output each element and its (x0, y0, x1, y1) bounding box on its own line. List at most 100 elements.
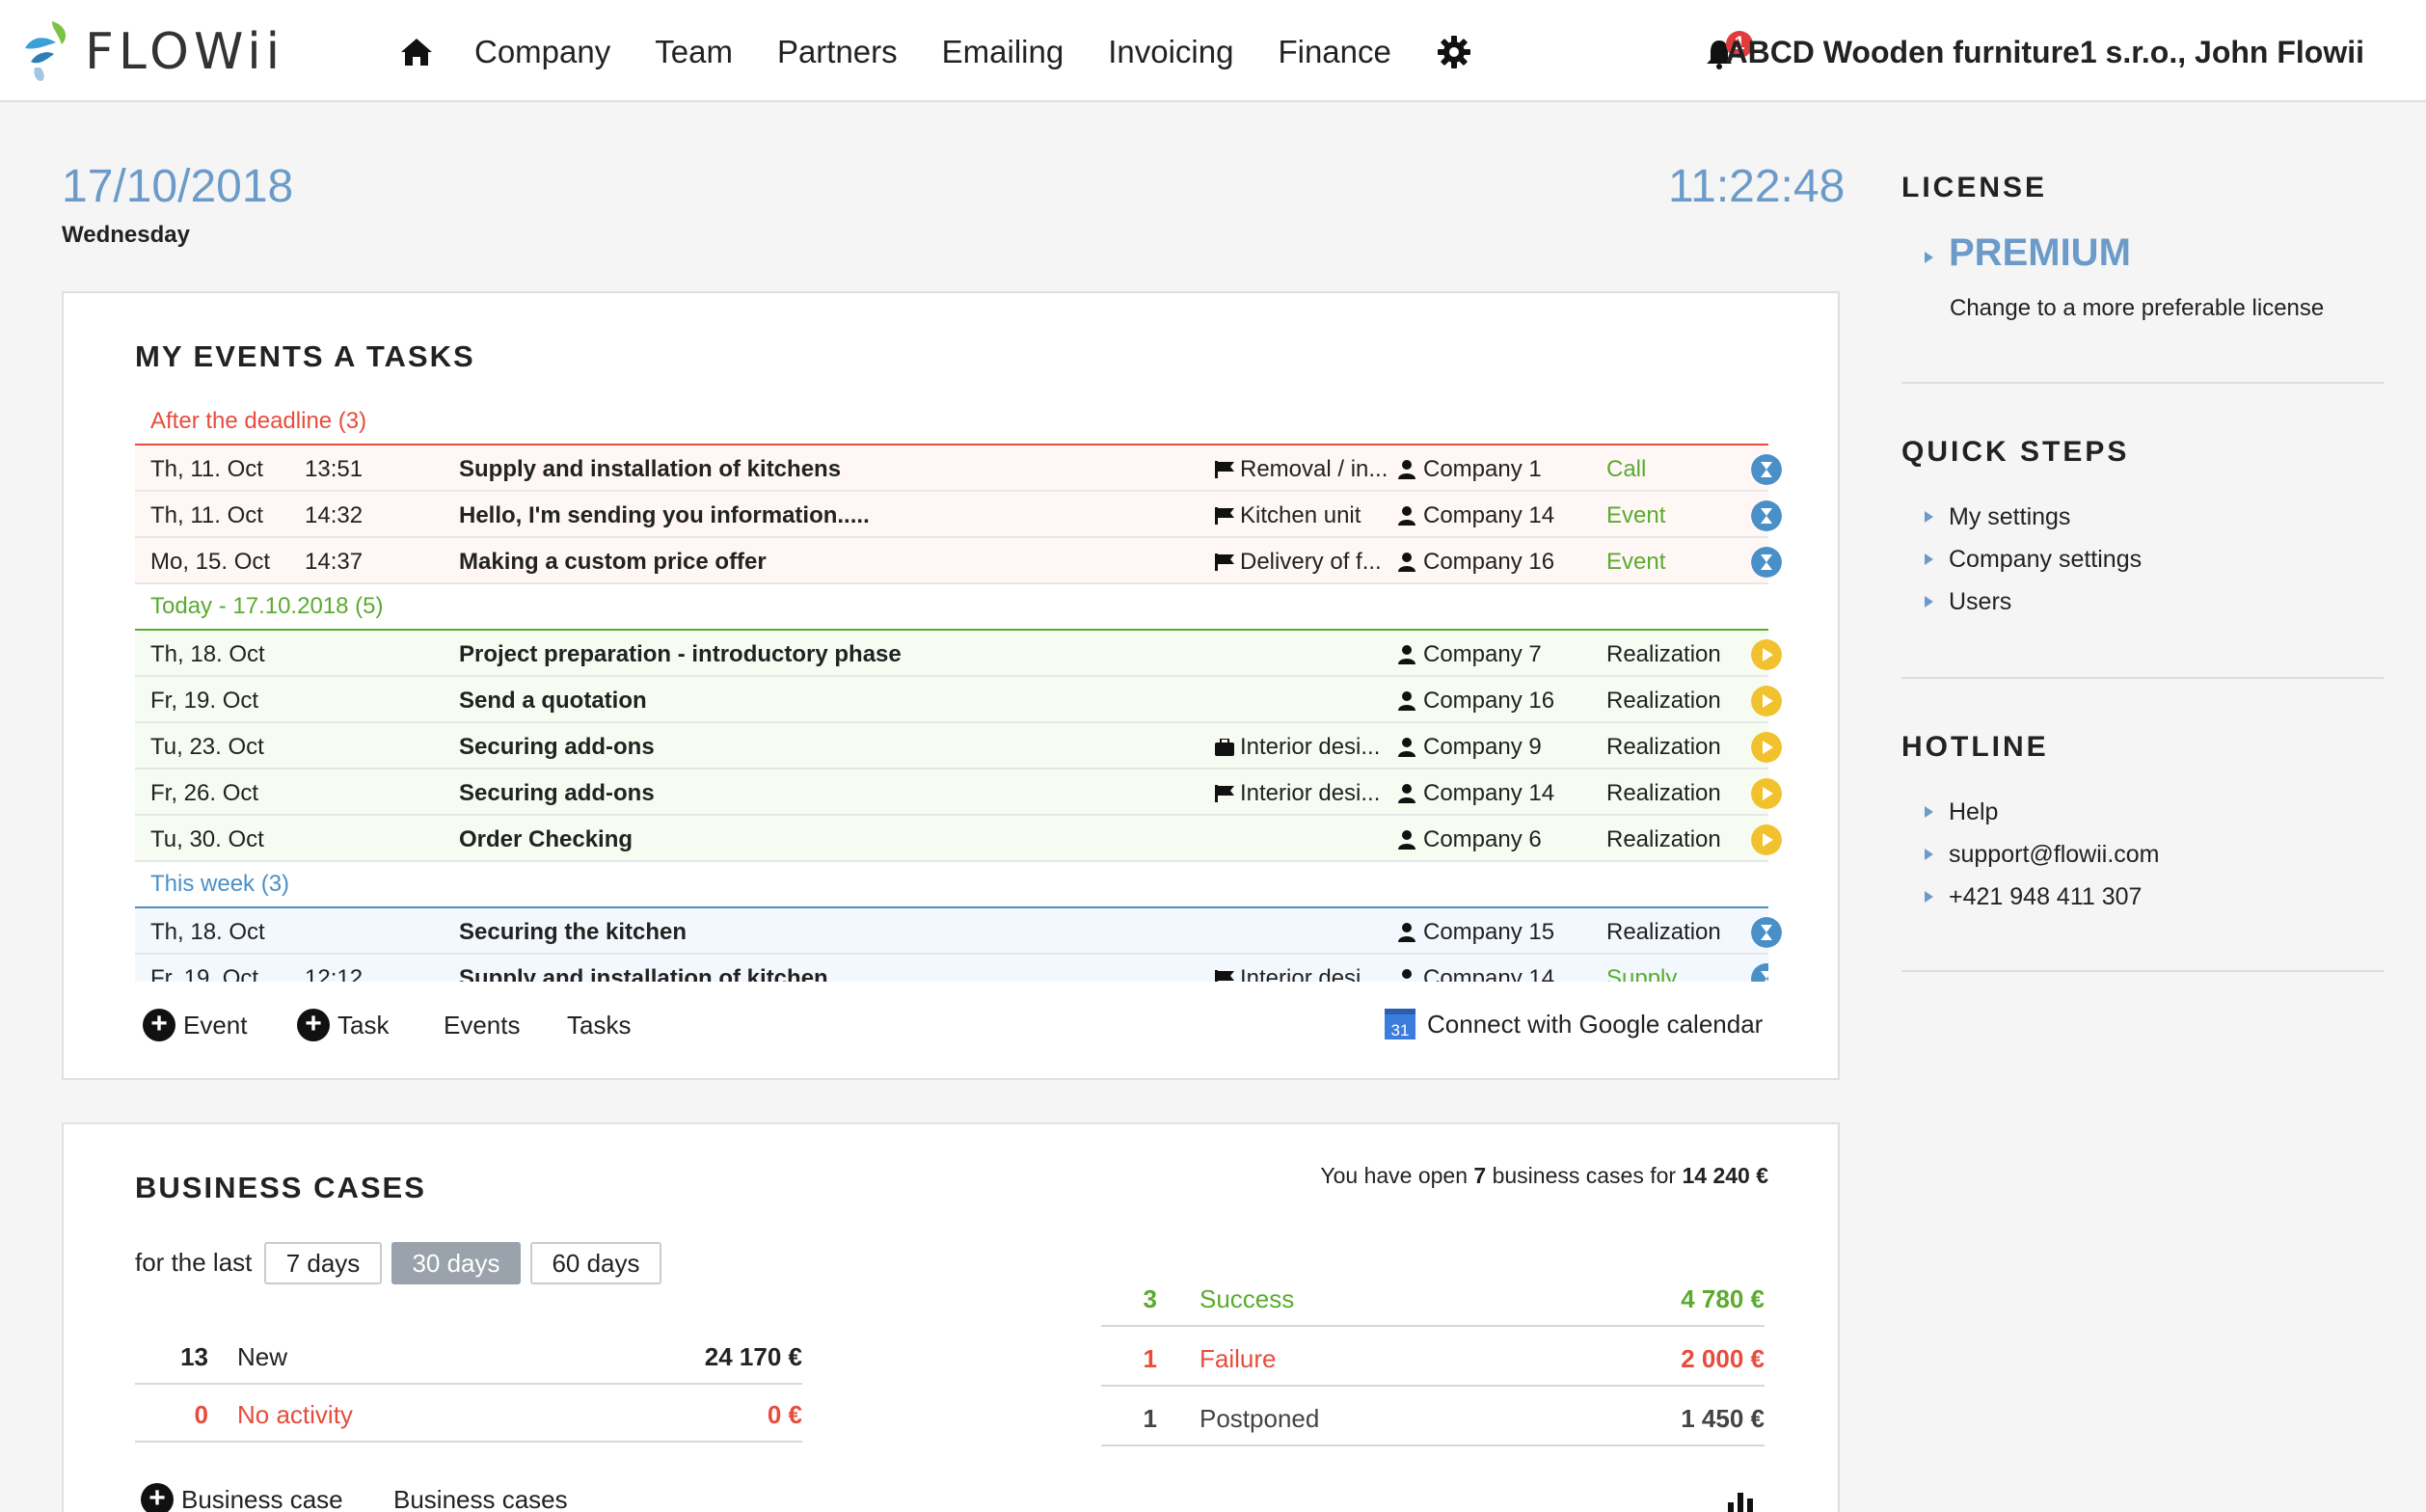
event-company[interactable]: Company 9 (1423, 734, 1542, 760)
event-title[interactable]: Securing add-ons (459, 780, 655, 807)
stat-amount: 24 170 € (704, 1342, 802, 1371)
stat-label: Failure (1200, 1344, 1277, 1373)
quick-my-settings-link[interactable]: My settings (1925, 503, 2070, 531)
home-icon[interactable] (397, 33, 436, 71)
event-tag[interactable]: Delivery of f... (1240, 549, 1382, 575)
event-tag[interactable]: Kitchen unit (1240, 502, 1361, 528)
play-icon[interactable] (1751, 639, 1782, 670)
period-30-days-button[interactable]: 30 days (391, 1242, 521, 1284)
event-date: Th, 18. Oct (150, 919, 265, 945)
nav-emailing[interactable]: Emailing (942, 34, 1065, 70)
event-title[interactable]: Securing add-ons (459, 734, 655, 761)
event-title[interactable]: Hello, I'm sending you information..... (459, 502, 870, 529)
stat-success[interactable]: 3 Success 4 780 € (1101, 1269, 1765, 1327)
event-row[interactable]: Th, 11. Oct 14:32 Hello, I'm sending you… (135, 492, 1782, 538)
bar-chart-icon[interactable] (1726, 1489, 1755, 1512)
hourglass-icon[interactable] (1751, 547, 1782, 578)
logo-text: FLOWii (85, 23, 285, 81)
event-title[interactable]: Supply and installation of kitchens (459, 456, 841, 483)
event-title[interactable]: Making a custom price offer (459, 549, 767, 576)
event-company[interactable]: Company 7 (1423, 641, 1542, 667)
gear-icon[interactable] (1436, 34, 1472, 70)
event-row[interactable]: Tu, 30. Oct Order Checking Company 6 Rea… (135, 816, 1782, 862)
period-7-days-button[interactable]: 7 days (264, 1242, 382, 1284)
hourglass-icon[interactable] (1751, 917, 1782, 948)
license-change-link[interactable]: Change to a more preferable license (1950, 295, 2324, 322)
play-icon[interactable] (1751, 778, 1782, 809)
play-icon[interactable] (1751, 732, 1782, 763)
event-row[interactable]: Th, 18. Oct Securing the kitchen Company… (135, 908, 1782, 955)
event-company[interactable]: Company 16 (1423, 688, 1554, 714)
event-company[interactable]: Company 16 (1423, 549, 1554, 575)
add-event-button[interactable]: + Event (143, 1009, 248, 1041)
events-link[interactable]: Events (444, 1009, 521, 1041)
tasks-link[interactable]: Tasks (567, 1009, 631, 1041)
event-company[interactable]: Company 14 (1423, 780, 1554, 806)
event-title[interactable]: Supply and installation of kitchen. (459, 965, 834, 982)
summary-count: 7 (1473, 1163, 1487, 1188)
event-tag[interactable]: Interior desi... (1240, 780, 1380, 806)
nav-company[interactable]: Company (474, 34, 610, 70)
event-row[interactable]: Th, 11. Oct 13:51 Supply and installatio… (135, 446, 1782, 492)
stat-count: 3 (1143, 1284, 1157, 1313)
event-company[interactable]: Company 1 (1423, 456, 1542, 482)
nav-invoicing[interactable]: Invoicing (1108, 34, 1233, 70)
nav-team[interactable]: Team (655, 34, 733, 70)
add-task-button[interactable]: + Task (297, 1009, 389, 1041)
business-cases-link[interactable]: Business cases (393, 1483, 568, 1512)
triangle-bullet-icon (1925, 554, 1933, 565)
event-row[interactable]: Tu, 23. Oct Securing add-ons Interior de… (135, 723, 1782, 770)
nav-partners[interactable]: Partners (777, 34, 898, 70)
hotline-help-link[interactable]: Help (1925, 798, 1998, 826)
event-company[interactable]: Company 14 (1423, 965, 1554, 982)
sidebar-divider (1901, 970, 2384, 972)
person-icon (1398, 460, 1415, 479)
event-tag[interactable]: Interior desi... (1240, 734, 1380, 760)
quick-users-link[interactable]: Users (1925, 588, 2011, 616)
event-tag[interactable]: Interior desi... (1240, 965, 1380, 982)
hourglass-icon[interactable] (1751, 500, 1782, 531)
triangle-bullet-icon (1925, 849, 1933, 860)
event-row[interactable]: Th, 18. Oct Project preparation - introd… (135, 631, 1782, 677)
event-company[interactable]: Company 6 (1423, 826, 1542, 852)
event-title[interactable]: Send a quotation (459, 688, 647, 715)
event-company[interactable]: Company 14 (1423, 502, 1554, 528)
license-premium-link[interactable]: PREMIUM (1925, 231, 2131, 275)
hourglass-icon[interactable] (1751, 963, 1768, 982)
stat-postponed[interactable]: 1 Postponed 1 450 € (1101, 1389, 1765, 1446)
events-title: MY EVENTS A TASKS (135, 339, 475, 373)
event-company[interactable]: Company 15 (1423, 919, 1554, 945)
event-title[interactable]: Securing the kitchen (459, 919, 687, 946)
quick-steps-heading: QUICK STEPS (1901, 436, 2130, 468)
events-panel: MY EVENTS A TASKS After the deadline (3)… (62, 291, 1840, 1080)
event-title[interactable]: Order Checking (459, 826, 633, 853)
event-row[interactable]: Fr, 19. Oct Send a quotation Company 16 … (135, 677, 1782, 723)
stat-no-activity[interactable]: 0 No activity 0 € (135, 1385, 802, 1443)
google-calendar-link[interactable]: 31 Connect with Google calendar (1385, 1009, 1763, 1040)
summary-amount: 14 240 € (1682, 1163, 1768, 1188)
add-business-case-button[interactable]: + Business case (141, 1483, 343, 1512)
summary-middle: business cases for (1492, 1163, 1677, 1188)
event-row[interactable]: Fr, 26. Oct Securing add-ons Interior de… (135, 770, 1782, 816)
flag-icon (1215, 554, 1234, 571)
play-icon[interactable] (1751, 824, 1782, 855)
hourglass-icon[interactable] (1751, 454, 1782, 485)
stat-amount: 2 000 € (1681, 1344, 1765, 1373)
play-icon[interactable] (1751, 686, 1782, 716)
event-row[interactable]: Mo, 15. Oct 14:37 Making a custom price … (135, 538, 1782, 584)
event-tag[interactable]: Removal / in... (1240, 456, 1388, 482)
quick-company-settings-link[interactable]: Company settings (1925, 546, 2142, 574)
event-status: Realization (1606, 780, 1721, 806)
stat-label: Postponed (1200, 1404, 1320, 1433)
plus-circle-icon: + (141, 1483, 174, 1512)
user-account[interactable]: ABCD Wooden furniture1 s.r.o., John Flow… (1725, 35, 2364, 70)
stat-failure[interactable]: 1 Failure 2 000 € (1101, 1329, 1765, 1387)
stat-new[interactable]: 13 New 24 170 € (135, 1327, 802, 1385)
period-60-days-button[interactable]: 60 days (530, 1242, 661, 1284)
hotline-email-link[interactable]: support@flowii.com (1925, 841, 2160, 869)
event-row[interactable]: Fr. 19. Oct 12:12 Supply and installatio… (135, 955, 1768, 982)
hotline-phone-link[interactable]: +421 948 411 307 (1925, 883, 2142, 911)
event-title[interactable]: Project preparation - introductory phase (459, 641, 902, 668)
flowii-logo[interactable]: FLOWii (23, 17, 280, 81)
nav-finance[interactable]: Finance (1278, 34, 1390, 70)
